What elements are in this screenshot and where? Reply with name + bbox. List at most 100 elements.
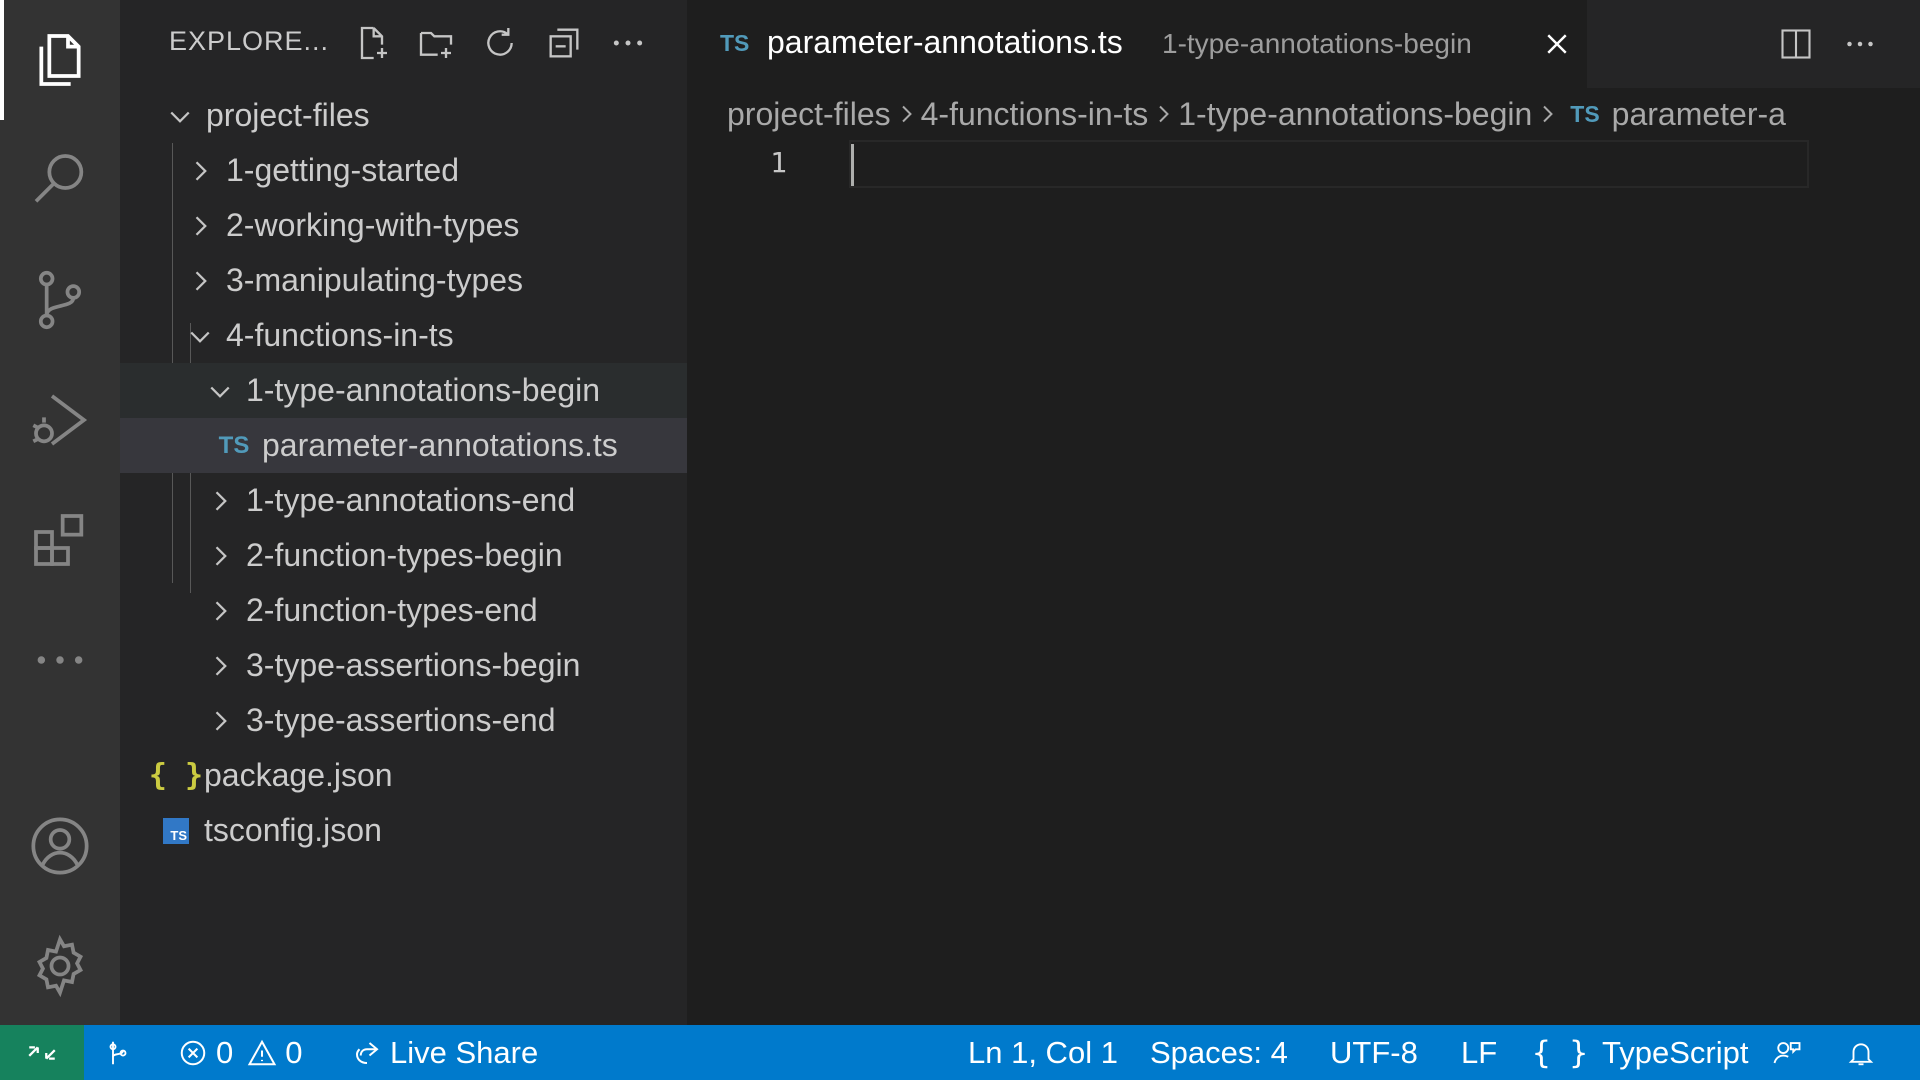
chevron-right-icon <box>180 206 220 246</box>
collapse-all-icon <box>549 28 579 58</box>
eol-selector[interactable]: LF <box>1461 1025 1497 1080</box>
extensions-button[interactable] <box>0 480 120 600</box>
notifications-button[interactable] <box>1846 1025 1884 1080</box>
new-folder-button[interactable] <box>411 18 461 68</box>
problems-button[interactable]: 0 0 <box>178 1025 303 1080</box>
sidebar-title: EXPLORE... <box>169 26 330 56</box>
breadcrumb-item[interactable]: 1-type-annotations-begin <box>1178 96 1532 133</box>
close-tab-button[interactable] <box>1537 24 1577 64</box>
new-file-button[interactable] <box>347 18 397 68</box>
tree-folder[interactable]: 3-manipulating-types <box>120 253 687 308</box>
chevron-right-icon <box>1148 102 1178 126</box>
cursor-position[interactable]: Ln 1, Col 1 <box>968 1025 1118 1080</box>
tree-folder[interactable]: 2-function-types-end <box>120 583 687 638</box>
tab-description: 1-type-annotations-begin <box>1162 28 1472 59</box>
live-share-label: Live Share <box>390 1034 539 1070</box>
explorer-sidebar: EXPLORE... project-files 1-getting-start… <box>120 0 687 1025</box>
typescript-file-icon: TS <box>1570 100 1600 127</box>
collapse-all-button[interactable] <box>539 18 589 68</box>
typescript-file-icon: TS <box>720 30 750 56</box>
split-editor-icon <box>1781 29 1811 59</box>
files-icon <box>39 34 81 86</box>
split-editor-button[interactable] <box>1772 20 1820 68</box>
typescript-file-icon: TS <box>218 431 250 459</box>
warning-count: 0 <box>285 1034 303 1070</box>
feedback-icon <box>1773 1041 1801 1063</box>
status-bar: 0 0 Live Share Ln 1, Col 1 Spaces: 4 UTF… <box>0 1025 1920 1080</box>
new-file-icon <box>360 26 387 60</box>
tree-file[interactable]: TS tsconfig.json <box>120 803 687 858</box>
extensions-icon <box>34 514 84 566</box>
chevron-right-icon <box>891 102 921 126</box>
text-cursor <box>851 144 854 186</box>
feedback-button[interactable] <box>1772 1025 1810 1080</box>
tree-folder[interactable]: 2-function-types-begin <box>120 528 687 583</box>
remote-button[interactable] <box>0 1025 84 1080</box>
manage-button[interactable] <box>0 906 120 1026</box>
run-debug-button[interactable] <box>0 360 120 480</box>
language-mode-selector[interactable]: { } TypeScript <box>1532 1025 1748 1080</box>
git-graph-icon <box>109 1041 127 1064</box>
tree-folder-open[interactable]: 1-type-annotations-begin <box>120 363 687 418</box>
tree-folder-open[interactable]: 4-functions-in-ts <box>120 308 687 363</box>
refresh-icon <box>487 28 513 56</box>
breadcrumb-item[interactable]: parameter-a <box>1612 96 1786 133</box>
git-graph-button[interactable] <box>103 1025 141 1080</box>
tree-label: 3-type-assertions-end <box>246 702 556 738</box>
chevron-right-icon <box>200 646 240 686</box>
tree-folder-project-files[interactable]: project-files <box>120 88 687 143</box>
more-views-button[interactable] <box>0 600 120 720</box>
editor-tabbar: TS parameter-annotations.ts 1-type-annot… <box>687 0 1920 88</box>
encoding-selector[interactable]: UTF-8 <box>1330 1025 1418 1080</box>
breadcrumb-item[interactable]: 4-functions-in-ts <box>921 96 1149 133</box>
remote-icon <box>28 1045 56 1060</box>
explorer-button[interactable] <box>0 0 120 120</box>
breadcrumb: project-files 4-functions-in-ts 1-type-a… <box>687 88 1920 140</box>
json-file-icon: { } <box>148 758 204 793</box>
source-control-button[interactable] <box>0 240 120 360</box>
tree-label: 1-getting-started <box>226 152 460 188</box>
tree-file[interactable]: { } package.json <box>120 748 687 803</box>
tree-label: tsconfig.json <box>204 812 382 848</box>
chevron-right-icon <box>1532 102 1562 126</box>
explorer-more-button[interactable] <box>603 18 653 68</box>
account-icon <box>31 817 89 875</box>
tree-folder[interactable]: 1-type-annotations-end <box>120 473 687 528</box>
tree-label: 2-function-types-begin <box>246 537 563 573</box>
chevron-right-icon <box>200 591 240 631</box>
gear-icon <box>36 934 84 998</box>
new-folder-icon <box>419 31 453 58</box>
more-icon <box>1847 41 1873 47</box>
close-icon <box>1547 34 1567 54</box>
tree-folder[interactable]: 3-type-assertions-end <box>120 693 687 748</box>
more-icon <box>613 40 643 46</box>
tree-folder[interactable]: 3-type-assertions-begin <box>120 638 687 693</box>
source-control-icon <box>38 270 82 330</box>
indentation-selector[interactable]: Spaces: 4 <box>1150 1025 1288 1080</box>
tree-label: 1-type-annotations-begin <box>246 372 601 408</box>
error-icon <box>180 1040 206 1065</box>
error-count: 0 <box>216 1034 234 1070</box>
chevron-down-icon <box>200 371 240 411</box>
chevron-right-icon <box>200 536 240 576</box>
refresh-button[interactable] <box>475 18 525 68</box>
chevron-down-icon <box>160 96 200 136</box>
editor-more-button[interactable] <box>1836 20 1884 68</box>
tree-folder[interactable]: 2-working-with-types <box>120 198 687 253</box>
search-button[interactable] <box>0 120 120 240</box>
code-editor[interactable]: 1 <box>687 140 1920 1025</box>
tab-parameter-annotations[interactable]: TS parameter-annotations.ts 1-type-annot… <box>687 0 1587 88</box>
tab-label: parameter-annotations.ts <box>767 24 1123 60</box>
bell-icon <box>1848 1042 1874 1065</box>
current-line-highlight <box>849 140 1809 188</box>
tree-label: parameter-annotations.ts <box>262 427 618 463</box>
live-share-button[interactable]: Live Share <box>352 1025 538 1080</box>
chevron-right-icon <box>180 151 220 191</box>
chevron-right-icon <box>180 261 220 301</box>
tree-label: 4-functions-in-ts <box>226 317 454 353</box>
tree-file-selected[interactable]: TS parameter-annotations.ts <box>120 418 687 473</box>
tree-folder[interactable]: 1-getting-started <box>120 143 687 198</box>
breadcrumb-item[interactable]: project-files <box>727 96 891 133</box>
tree-label: 3-manipulating-types <box>226 262 524 298</box>
accounts-button[interactable] <box>0 786 120 906</box>
